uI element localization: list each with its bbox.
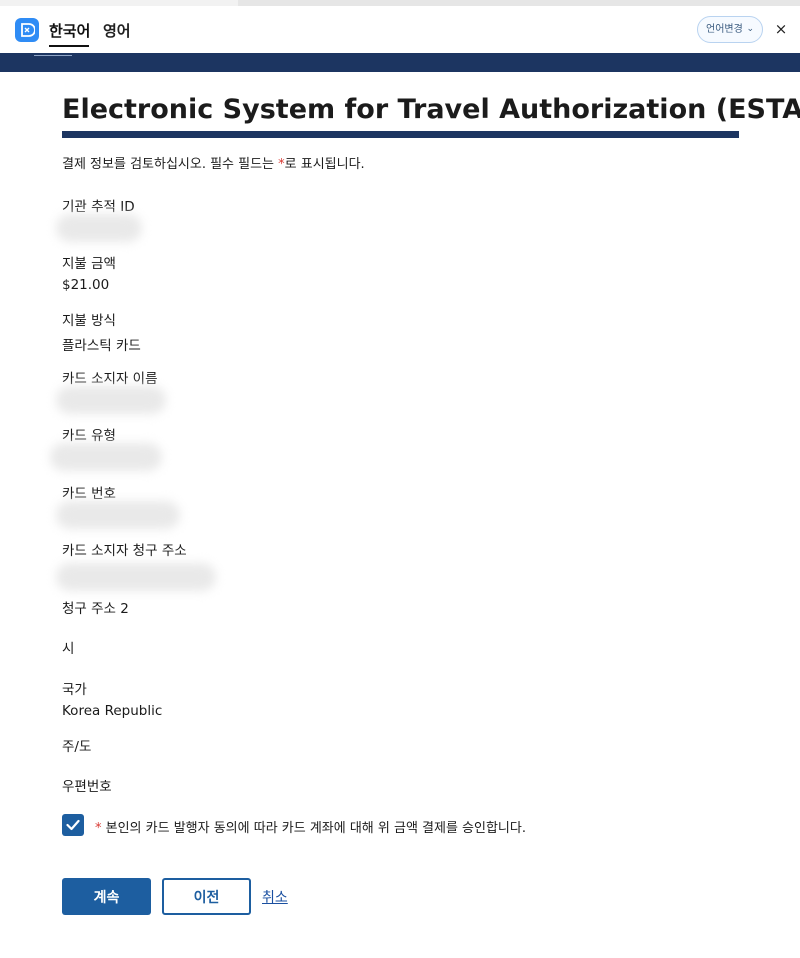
- payment-amount-label: 지불 금액: [62, 256, 116, 272]
- consent-required-asterisk: *: [95, 821, 102, 836]
- continue-button[interactable]: 계속: [62, 878, 151, 915]
- consent-text: 본인의 카드 발행자 동의에 따라 카드 계좌에 대해 위 금액 결제를 승인합…: [105, 821, 526, 836]
- site-header-bar: [0, 53, 800, 72]
- payment-method-label: 지불 방식: [62, 313, 116, 329]
- page-title: Electronic System for Travel Authorizati…: [62, 94, 800, 125]
- checkmark-icon: [66, 819, 80, 831]
- card-number-label: 카드 번호: [62, 486, 116, 502]
- close-icon[interactable]: ×: [773, 21, 789, 37]
- cardholder-name-label: 카드 소지자 이름: [62, 371, 158, 387]
- country-label: 국가: [62, 682, 87, 698]
- translate-app-icon[interactable]: [15, 18, 39, 42]
- billing-address-value-redacted: [56, 563, 216, 591]
- billing-address-2-label: 청구 주소 2: [62, 601, 129, 617]
- consent-label[interactable]: * 본인의 카드 발행자 동의에 따라 카드 계좌에 대해 위 금액 결제를 승…: [95, 817, 526, 836]
- payment-method-value: 플라스틱 카드: [62, 338, 141, 354]
- payment-amount-value: $21.00: [62, 277, 110, 293]
- card-number-value-redacted: [56, 501, 180, 529]
- cancel-link[interactable]: 취소: [262, 887, 288, 907]
- consent-checkbox[interactable]: [62, 814, 84, 836]
- instructions-after: 로 표시됩니다.: [284, 157, 365, 172]
- change-language-button[interactable]: 언어변경 ⌄: [697, 16, 763, 43]
- chevron-down-icon: ⌄: [746, 24, 754, 34]
- postal-code-label: 우편번호: [62, 779, 112, 795]
- translation-bar: 한국어 영어 언어변경 ⌄ ×: [0, 6, 800, 53]
- language-tab-korean[interactable]: 한국어: [49, 20, 90, 41]
- header-link-fragment: [34, 53, 72, 56]
- previous-button[interactable]: 이전: [162, 878, 251, 915]
- instructions-text: 결제 정보를 검토하십시오. 필수 필드는 *로 표시됩니다.: [62, 153, 365, 172]
- state-label: 주/도: [62, 739, 92, 755]
- instructions-before: 결제 정보를 검토하십시오. 필수 필드는: [62, 157, 279, 172]
- tracking-id-value-redacted: [56, 214, 142, 242]
- change-language-label: 언어변경: [706, 24, 743, 35]
- cardholder-name-value-redacted: [56, 386, 166, 414]
- tracking-id-label: 기관 추적 ID: [62, 199, 135, 215]
- city-label: 시: [62, 641, 75, 657]
- billing-address-label: 카드 소지자 청구 주소: [62, 543, 187, 559]
- card-type-label: 카드 유형: [62, 428, 116, 444]
- title-divider: [62, 131, 739, 138]
- language-tab-english[interactable]: 영어: [103, 20, 131, 41]
- country-value: Korea Republic: [62, 703, 163, 719]
- active-language-underline: [49, 45, 89, 47]
- card-type-value-redacted: [50, 443, 162, 471]
